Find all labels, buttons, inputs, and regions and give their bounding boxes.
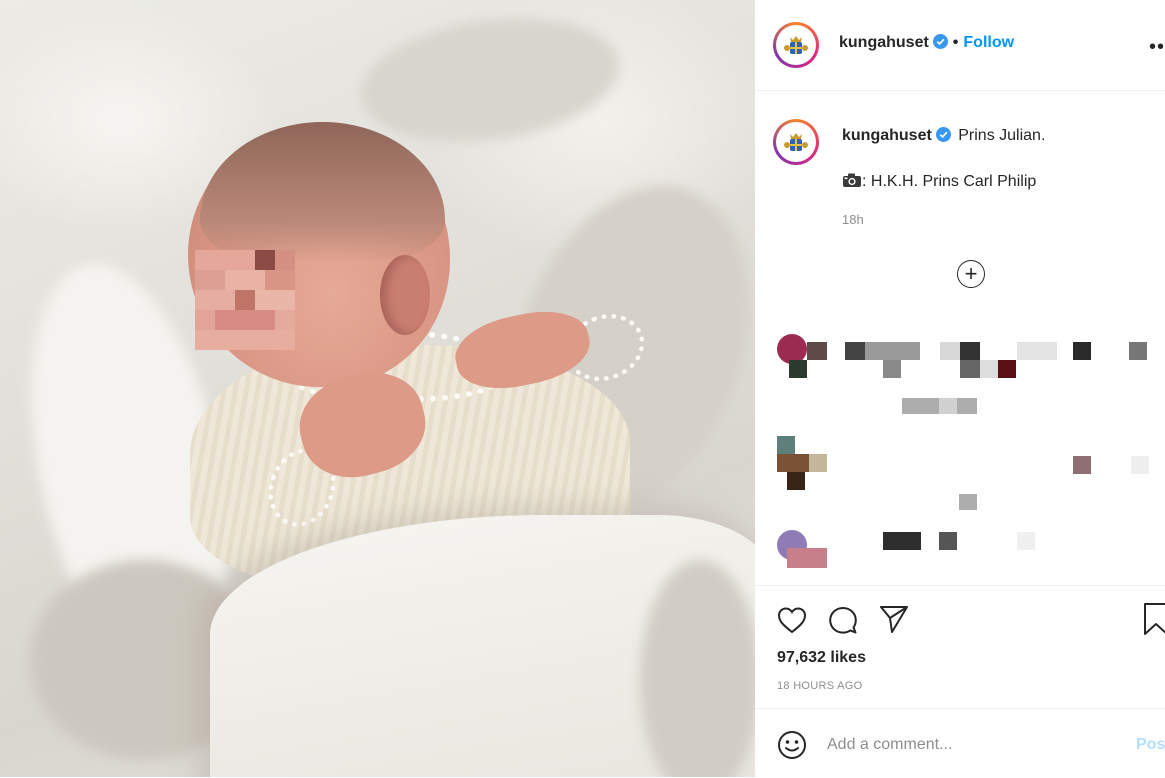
separator-dot: •: [952, 34, 959, 51]
caption-text: Prins Julian.: [958, 127, 1046, 144]
post-comment-button[interactable]: Pos: [1136, 736, 1165, 754]
avatar-inner: [776, 25, 816, 65]
paper-plane-icon[interactable]: [878, 604, 910, 634]
baby-ear: [380, 255, 430, 335]
pixel-block: [845, 342, 865, 360]
avatar-inner: [776, 122, 816, 162]
pixel-block: [939, 398, 957, 414]
caption-username[interactable]: kungahuset: [842, 127, 932, 144]
follow-button[interactable]: Follow: [963, 34, 1014, 51]
speech-bubble-icon[interactable]: [828, 606, 858, 636]
pixel-block: [777, 454, 809, 472]
pixel-block: [883, 360, 901, 378]
pixel-block: [1017, 342, 1057, 360]
smiley-icon[interactable]: [777, 730, 807, 760]
load-more-comments-icon[interactable]: +: [957, 260, 985, 288]
comment-bar: Pos: [755, 708, 1165, 778]
post-actions: 97,632 likes 18 HOURS AGO: [755, 585, 1165, 706]
pixel-block: [959, 494, 977, 510]
pixel-block: [1129, 342, 1147, 360]
verified-badge-icon: [935, 127, 951, 142]
pixel-block: [1073, 456, 1091, 474]
pixel-block: [940, 342, 960, 360]
sheet-shadow: [352, 2, 628, 158]
verified-badge-icon: [932, 34, 948, 49]
comment-input[interactable]: [827, 734, 1077, 756]
baby-hair: [200, 122, 445, 262]
pixel-block: [1073, 342, 1091, 360]
pixel-block: [787, 472, 805, 490]
caption-line: kungahuset Prins Julian.: [842, 127, 1045, 145]
pixel-block: [777, 436, 795, 454]
bookmark-icon[interactable]: [1143, 602, 1165, 636]
header-username[interactable]: kungahuset: [839, 34, 929, 51]
more-options-icon[interactable]: ••: [1149, 36, 1165, 59]
caption-time[interactable]: 18h: [842, 212, 864, 227]
royal-crest-icon: [784, 36, 808, 54]
royal-crest-icon: [784, 133, 808, 151]
pixel-block: [939, 532, 957, 550]
header-user-line: kungahuset • Follow: [839, 34, 1014, 52]
post-sidebar: kungahuset • Follow •• kungahuset Prins Ju…: [755, 0, 1165, 777]
heart-icon[interactable]: [777, 606, 807, 634]
pixel-block: [980, 360, 998, 378]
pixel-block: [865, 342, 920, 360]
caption-credit-line: : H.K.H. Prins Carl Philip: [842, 172, 1036, 191]
pixel-block: [960, 360, 980, 378]
pixel-block: [1131, 456, 1149, 474]
pixel-block: [809, 454, 827, 472]
pixel-block: [787, 548, 827, 568]
pixel-block: [807, 342, 827, 360]
post-photo[interactable]: [0, 0, 755, 777]
caption-avatar[interactable]: [773, 119, 819, 165]
likes-count[interactable]: 97,632 likes: [777, 649, 866, 667]
avatar[interactable]: [773, 22, 819, 68]
pixel-block: [789, 360, 807, 378]
pixel-block: [1017, 532, 1035, 550]
post-header: kungahuset • Follow ••: [755, 0, 1165, 91]
pixel-block: [883, 532, 921, 550]
post-timestamp[interactable]: 18 HOURS AGO: [777, 680, 863, 692]
pixel-block: [998, 360, 1016, 378]
photo-credit: : H.K.H. Prins Carl Philip: [862, 173, 1037, 190]
pixel-block: [960, 342, 980, 360]
camera-icon: [843, 173, 861, 187]
